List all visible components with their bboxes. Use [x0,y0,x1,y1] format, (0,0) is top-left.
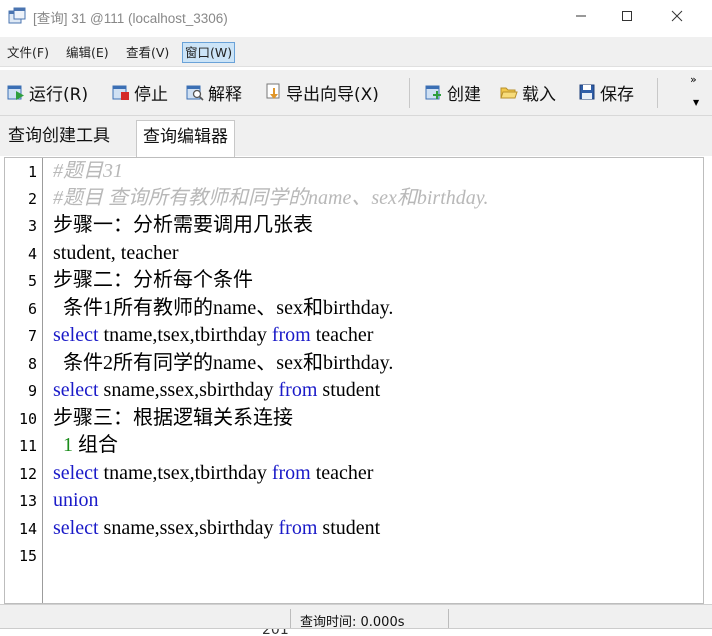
line-number: 11 [18,437,37,455]
sql-text: student [317,517,381,539]
code-line: 1 组合 [53,432,118,458]
menu-file[interactable]: 文件(F) [5,42,51,63]
save-label: 保存 [600,84,634,105]
toolbar-separator [657,78,658,108]
explain-label: 解释 [208,84,242,105]
line-number: 13 [18,492,37,510]
line-number: 4 [27,245,37,263]
tab-query-builder[interactable]: 查询创建工具 [2,120,116,154]
stop-button[interactable]: 停止 [112,79,168,105]
create-icon [425,85,441,100]
explain-icon [186,85,204,101]
stop-icon [112,85,129,100]
code-line-sql: select sname,ssex,sbirthday from student [53,515,380,541]
sql-text: tname,tsex,tbirthday [98,324,272,346]
tab-query-editor[interactable]: 查询编辑器 [136,120,235,157]
chevron-down-icon[interactable]: ▼ [693,98,699,107]
close-icon [671,10,683,22]
status-separator [448,609,449,629]
menu-view[interactable]: 查看(V) [124,42,171,63]
toolbar-overflow-button[interactable]: » [690,74,697,86]
status-separator [290,609,291,629]
line-number: 5 [27,272,37,290]
code-line-comment: #题目 查询所有教师和同学的name、sex和birthday. [53,187,489,209]
line-number: 10 [18,410,37,428]
sql-text: sname,ssex,sbirthday [98,517,279,539]
code-line-sql: select tname,tsex,tbirthday from teacher [53,460,373,486]
export-label: 导出向导(X) [286,84,379,105]
toolbar: 运行(R) 停止 解释 导出向导(X) 创建 载入 保存 [0,70,712,116]
code-line: 步骤三：根据逻辑关系连接 [53,407,293,429]
line-number: 3 [27,217,37,235]
create-button[interactable]: 创建 [425,79,481,105]
sql-keyword: select [53,379,99,401]
code-line-sql: select tname,tsex,tbirthday from teacher [53,322,373,348]
line-number: 8 [27,355,37,373]
sql-keyword: union [53,489,99,511]
maximize-icon [622,11,632,21]
sql-keyword: select [53,462,99,484]
window-title: [查询] 31 @111 (localhost_3306) [33,11,228,26]
sql-keyword: from [271,324,311,346]
line-number: 2 [27,190,37,208]
line-number: 1 [27,163,37,181]
sql-text: student [317,379,381,401]
code-line-sql: select sname,ssex,sbirthday from student [53,377,380,403]
run-icon [7,85,24,100]
export-icon [266,83,280,99]
sql-text: teacher [310,462,374,484]
sql-keyword: from [271,462,311,484]
save-icon [579,84,595,100]
load-button[interactable]: 载入 [500,79,556,105]
sql-keyword: from [278,379,318,401]
line-number: 14 [18,520,37,538]
save-button[interactable]: 保存 [578,79,634,105]
background-text: 201 [262,628,289,636]
line-number: 12 [18,465,37,483]
run-button[interactable]: 运行(R) [7,79,88,105]
line-number: 6 [27,300,37,318]
query-window-icon [8,7,26,24]
code-line: 条件2所有同学的name、sex和birthday. [53,352,394,374]
open-folder-icon [500,87,518,99]
sql-text: teacher [310,324,374,346]
toolbar-separator [409,78,410,108]
load-label: 载入 [522,84,556,105]
title-bar: [查询] 31 @111 (localhost_3306) [0,0,712,32]
run-label: 运行(R) [29,84,89,105]
sql-keyword: select [53,324,99,346]
stop-label: 停止 [134,84,168,105]
code-line: 步骤二：分析每个条件 [53,269,253,291]
minimize-icon [576,15,586,17]
menu-edit[interactable]: 编辑(E) [64,42,111,63]
line-number: 7 [27,327,37,345]
tab-bar: 查询创建工具 查询编辑器 [0,116,712,157]
code-line-comment: #题目31 [53,160,123,182]
maximize-button[interactable] [604,0,650,32]
code-line: student, teacher [53,242,179,264]
close-button[interactable] [654,0,700,32]
explain-button[interactable]: 解释 [186,79,242,105]
code-line: 步骤一：分析需要调用几张表 [53,214,313,236]
create-label: 创建 [447,84,481,105]
sql-text: tname,tsex,tbirthday [98,462,272,484]
menu-window[interactable]: 窗口(W) [182,42,236,63]
sql-keyword: select [53,517,99,539]
line-number: 9 [27,382,37,400]
sql-text: 组合 [73,434,118,456]
menu-bar: 文件(F) 编辑(E) 查看(V) 窗口(W) [0,37,712,67]
export-wizard-button[interactable]: 导出向导(X) [264,79,379,105]
sql-editor[interactable]: 1 2 3 4 5 6 7 8 9 10 11 12 13 14 15 #题目3… [4,157,704,604]
line-number-gutter: 1 2 3 4 5 6 7 8 9 10 11 12 13 14 15 [5,158,43,603]
sql-keyword: from [278,517,318,539]
sql-text: sname,ssex,sbirthday [98,379,279,401]
minimize-button[interactable] [558,0,604,32]
code-line-sql: union [53,487,99,513]
line-number: 15 [18,547,37,565]
background-window-peek: 201 [0,628,712,636]
number-literal: 1 [63,434,73,456]
code-line: 条件1所有教师的name、sex和birthday. [53,297,394,319]
